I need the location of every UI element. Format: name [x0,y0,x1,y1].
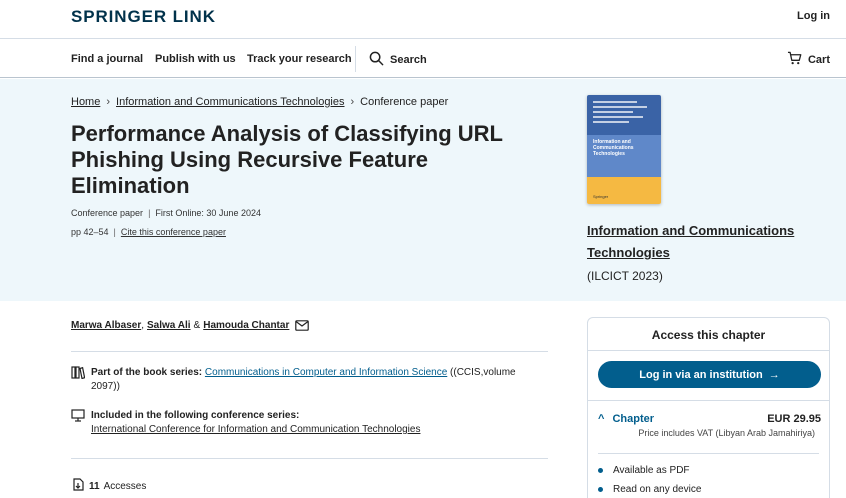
feature-item: Available as PDF [598,465,690,476]
author-link[interactable]: Hamouda Chantar [203,320,289,331]
feature-label: Read on any device [613,484,702,495]
book-series-link[interactable]: Communications in Computer and Informati… [205,367,447,378]
bullet-icon [598,468,603,473]
conference-series-link[interactable]: International Conference for Information… [91,424,420,435]
author-separator: & [193,320,201,331]
accesses-label: Accesses [103,480,147,492]
chevron-right-icon: › [106,96,111,108]
nav-find-journal[interactable]: Find a journal [71,53,143,65]
presentation-icon [71,409,85,437]
arrow-right-icon: → [768,368,780,381]
cart-button[interactable]: Cart [787,51,830,68]
divider [588,350,829,351]
main-nav: Find a journal Publish with us Track you… [0,40,846,78]
article-meta: Conference paper | First Online: 30 June 2… [71,208,261,218]
access-count: 11 Accesses [71,478,146,494]
bullet-icon [598,487,603,492]
divider [598,453,819,454]
login-link[interactable]: Log in [797,10,830,22]
breadcrumb: Home › Information and Communications Te… [71,96,448,108]
nav-track-research[interactable]: Track your research [247,53,352,65]
chevron-right-icon: › [350,96,355,108]
search-icon [369,51,384,69]
author-list: Marwa Albaser , Salwa Ali & Hamouda Chan… [71,320,310,331]
accesses-number: 11 [89,480,100,492]
divider [71,458,548,459]
nav-publish[interactable]: Publish with us [155,53,236,65]
access-panel: Access this chapter Log in via an instit… [587,317,830,498]
search-label: Search [390,54,427,66]
cart-icon [787,51,802,68]
page-title: Performance Analysis of Classifying URL … [71,121,503,198]
books-icon [71,366,86,394]
chevron-up-icon: ^ [598,413,605,425]
search-button[interactable]: Search [369,51,427,69]
nav-divider [355,46,356,72]
cite-link[interactable]: Cite this conference paper [121,227,226,237]
article-header: Home › Information and Communications Te… [0,79,846,301]
author-link[interactable]: Salwa Ali [147,320,191,331]
download-icon [71,478,85,494]
book-series-row: Part of the book series: Communications … [71,366,541,394]
chapter-price: EUR 29.95 [767,413,821,425]
conference-series-row: Included in the following conference ser… [71,409,541,437]
institution-login-label: Log in via an institution [639,368,763,381]
book-title-link[interactable]: Information and Communications Technolog… [587,220,807,264]
cover-publisher: Springer [593,194,609,199]
book-cover[interactable]: Information and Communications Technolog… [587,95,661,204]
institution-login-button[interactable]: Log in via an institution → [598,361,821,388]
springer-link-logo[interactable]: SPRINGER LINK [71,7,216,27]
chapter-purchase-toggle[interactable]: ^ Chapter EUR 29.95 [598,413,821,425]
top-bar: SPRINGER LINK Log in [0,0,846,39]
vat-note: Price includes VAT (Libyan Arab Jamahiri… [638,428,815,438]
book-subtitle: (ILCICT 2023) [587,269,663,283]
feature-label: Available as PDF [613,465,690,476]
book-series-label: Part of the book series: [91,367,203,378]
chapter-label: Chapter [612,413,654,425]
email-icon[interactable] [295,320,310,331]
article-pages-row: pp 42–54 | Cite this conference paper [71,227,226,237]
cart-label: Cart [807,53,830,66]
author-link[interactable]: Marwa Albaser [71,320,141,331]
divider [588,400,829,401]
first-online-date: First Online: 30 June 2024 [155,208,261,218]
feature-item: Read on any device [598,484,701,495]
breadcrumb-home[interactable]: Home [71,96,100,108]
conference-series-label: Included in the following conference ser… [91,410,300,421]
page-range: pp 42–54 [71,227,109,237]
author-separator: , [141,320,144,331]
article-type: Conference paper [71,208,144,218]
access-heading: Access this chapter [651,328,766,342]
cover-title: Information and Communications Technolog… [593,139,634,157]
breadcrumb-section[interactable]: Information and Communications Technolog… [116,96,344,108]
divider [71,351,548,352]
breadcrumb-current: Conference paper [360,96,449,108]
